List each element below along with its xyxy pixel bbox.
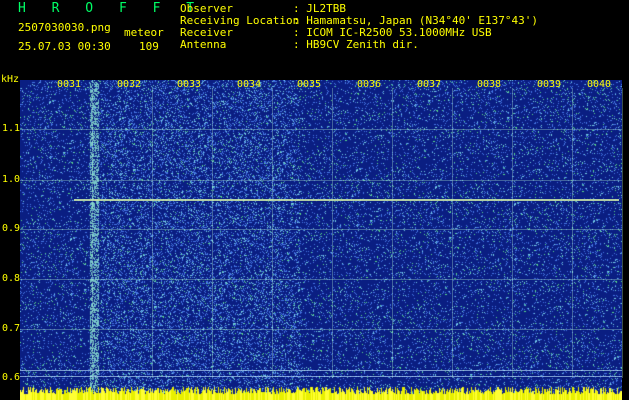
meteor-label: meteor [124, 26, 164, 39]
y-tick-label: 0.7 [2, 323, 21, 334]
x-gridline [392, 88, 393, 378]
x-tick-label: 0038 [477, 79, 502, 90]
x-tick-label: 0035 [297, 79, 322, 90]
y-tick-label: 1.1 [2, 123, 21, 134]
y-gridline [20, 129, 622, 130]
spectrogram-canvas [20, 80, 622, 400]
x-tick-label: 0036 [357, 79, 382, 90]
x-tick-label: 0037 [417, 79, 442, 90]
x-tick-label: 0034 [237, 79, 262, 90]
x-tick-label: 0031 [57, 79, 82, 90]
datetime-label: 25.07.03 00:30 [18, 40, 111, 53]
y-axis-unit: kHz [1, 74, 20, 85]
x-gridline [452, 88, 453, 378]
x-tick-label: 0032 [117, 79, 142, 90]
y-tick-label: 1.0 [2, 174, 21, 185]
y-gridline [20, 279, 622, 280]
y-tick-label: 0.6 [2, 372, 21, 383]
antenna-value: : HB9CV Zenith dir. [293, 38, 419, 51]
y-tick-label: 0.8 [2, 273, 21, 284]
x-gridline [332, 88, 333, 378]
x-gridline [152, 88, 153, 378]
x-gridline [512, 88, 513, 378]
y-gridline [20, 329, 622, 330]
x-gridline [272, 88, 273, 378]
filename-label: 2507030030.png [18, 21, 111, 34]
x-gridline [212, 88, 213, 378]
x-tick-label: 0039 [537, 79, 562, 90]
spectrogram [20, 80, 622, 400]
baseline-guide [20, 370, 622, 371]
y-gridline [20, 180, 622, 181]
x-gridline [622, 88, 623, 378]
y-tick-label: 0.9 [2, 223, 21, 234]
antenna-key: Antenna [180, 38, 227, 51]
meteor-count: 109 [139, 40, 159, 53]
carrier-signal-line [74, 199, 619, 201]
station-info: Observer : JL2TBB Receiving Location : H… [180, 3, 538, 51]
x-gridline [92, 88, 93, 378]
baseline-guide [20, 376, 622, 377]
x-gridline [572, 88, 573, 378]
app-title: H R O F F T [18, 1, 204, 16]
antenna-row: Antenna : HB9CV Zenith dir. [180, 39, 538, 51]
y-gridline [20, 229, 622, 230]
x-tick-label: 0040 [587, 79, 612, 90]
x-tick-label: 0033 [177, 79, 202, 90]
